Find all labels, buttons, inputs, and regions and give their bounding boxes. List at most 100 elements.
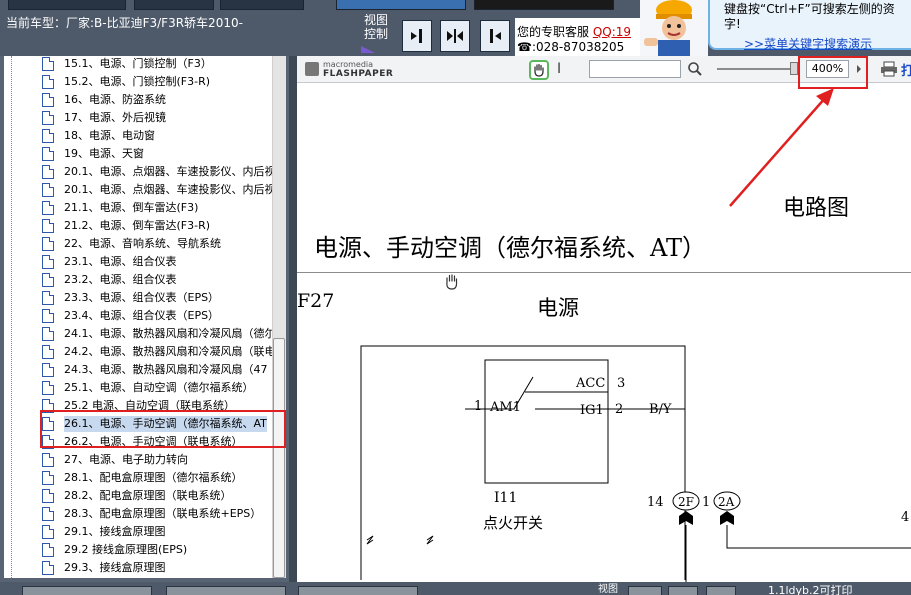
tree-item[interactable]: 28.3、配电盒原理图（联电系统+EPS） [4,505,272,523]
document-icon [42,291,54,305]
tree-item[interactable]: 24.2、电源、散热器风扇和冷凝风扇（联电 [4,343,272,361]
top-tab-1[interactable] [8,0,126,10]
pin-am1-label: AM1 [489,400,521,415]
tree-item[interactable]: 21.2、电源、倒车雷达(F3-R) [4,217,272,235]
tree-item[interactable]: 27、电源、电子助力转向 [4,451,272,469]
prev-page-button[interactable] [480,20,510,52]
document-icon [42,57,54,71]
bottom-tab-1[interactable] [22,586,152,595]
document-icon [42,525,54,539]
tree-item[interactable]: 26.2、电源、手动空调（联电系统） [4,433,272,451]
tree-item[interactable]: 25.1、电源、自动空调（德尔福系统） [4,379,272,397]
flashpaper-viewer: macromedia FLASHPAPER I 400% 打 电源、手动空调（德… [297,56,911,582]
bottom-view-label: 视图 [598,584,618,595]
tree-item-label: 25.1、电源、自动空调（德尔福系统） [64,381,254,394]
tree-item-label: 18、电源、电动窗 [64,129,155,142]
tree-item[interactable]: 20.1、电源、点烟器、车速投影仪、内后视 [4,163,272,181]
tree-item[interactable]: 25.2 电源、自动空调（联电系统） [4,397,272,415]
tree-item[interactable]: 16、电源、防盗系统 [4,91,272,109]
bottom-tab-2[interactable] [166,586,286,595]
document-icon [42,273,54,287]
customer-service-panel: 您的专职客服 QQ:19 ☎:028-87038205 [515,18,645,56]
tree-item[interactable]: 23.1、电源、组合仪表 [4,253,272,271]
tree-item-label: 20.1、电源、点烟器、车速投影仪、内后视 [64,165,272,178]
tree-item[interactable]: 15.2、电源、门锁控制(F3-R) [4,73,272,91]
top-tab-5[interactable] [474,0,614,10]
tree-item-label: 27、电源、电子助力转向 [64,453,188,466]
pin-ig1-label: IG1 [580,403,604,418]
ig1-line [535,408,686,476]
terminal-2f-icon [679,511,693,525]
document-icon [42,471,54,485]
ground-mark-icon [366,535,434,545]
tree-item[interactable]: 29.1、接线盒原理图 [4,523,272,541]
document-icon [42,399,54,413]
tree-item[interactable]: 29.3、接线盒原理图 [4,559,272,577]
view-control-text: 视图 控制 [363,13,388,41]
service-qq-link[interactable]: QQ:19 [593,25,631,39]
tree-item-label: 29.3、接线盒原理图 [64,561,166,574]
tree-item[interactable]: 18、电源、电动窗 [4,127,272,145]
tree-item[interactable]: 29.2 接线盒原理图(EPS) [4,541,272,559]
pane-splitter[interactable] [289,56,297,582]
tree-item[interactable]: 24.3、电源、散热器风扇和冷凝风扇（47 [4,361,272,379]
document-icon [42,327,54,341]
bottom-nav-button-1[interactable] [628,586,662,595]
document-icon [42,453,54,467]
next-page-button[interactable] [402,20,432,52]
view-control-marker [361,46,375,53]
tree-item-label: 23.4、电源、组合仪表（EPS） [64,309,220,322]
tree-item-label: 15.1、电源、门锁控制（F3） [64,57,212,70]
tree-item[interactable]: 26.1、电源、手动空调（德尔福系统、AT [4,415,272,433]
tree-item[interactable]: 15.1、电源、门锁控制（F3） [4,56,272,73]
bottom-nav-button-3[interactable] [706,586,736,595]
tree-item[interactable]: 19、电源、天窗 [4,145,272,163]
document-icon [42,255,54,269]
search-hint-text: 键盘按“Ctrl+F”可搜索左侧的资字! [724,2,895,31]
tree-item-label: 28.2、配电盒原理图（联电系统） [64,489,232,502]
sidebar-scroll-thumb[interactable] [273,338,285,578]
tree-item-label: 26.2、电源、手动空调（联电系统） [64,435,243,448]
tree-item[interactable]: 23.3、电源、组合仪表（EPS） [4,289,272,307]
document-icon [42,237,54,251]
top-tab-3[interactable] [220,0,304,10]
tree-item-label: 20.1、电源、点烟器、车速投影仪、内后视 [64,183,272,196]
pin-1-label: 1 [474,399,482,414]
tree-item-label: 29.1、接线盒原理图 [64,525,166,538]
connector-14-label: 14 [647,495,664,510]
tree-item[interactable]: 24.1、电源、散热器风扇和冷凝风扇（德尔 [4,325,272,343]
tree-item[interactable]: 28.2、配电盒原理图（联电系统） [4,487,272,505]
app-window: 当前车型：厂家:B-比亚迪F3/F3R轿车2010- 视图 控制 您的专职客服 … [0,0,911,595]
fit-page-button[interactable] [440,20,470,52]
document-tree: 15.1、电源、门锁控制（F3） 15.2、电源、门锁控制(F3-R) 16、电源、… [4,56,272,578]
bottom-status-text: 1.1ldyb.2可打印 [768,584,853,595]
tree-item-label: 28.3、配电盒原理图（联电系统+EPS） [64,507,262,520]
document-icon [42,201,54,215]
tree-item-label: 23.1、电源、组合仪表 [64,255,177,268]
top-tab-2[interactable] [134,0,214,10]
connector-2a-label: 2A [718,495,735,509]
wire-2a [726,525,911,549]
tree-item[interactable]: 17、电源、外后视镜 [4,109,272,127]
tree-item[interactable]: 23.2、电源、组合仪表 [4,271,272,289]
tree-item[interactable]: 28.1、配电盒原理图（德尔福系统） [4,469,272,487]
search-demo-link[interactable]: >>菜单关键字搜索演示 [744,35,872,52]
tree-item-label: 28.1、配电盒原理图（德尔福系统） [64,471,243,484]
service-phone-number: 028-87038205 [536,40,625,54]
terminal-2a-icon [720,511,734,525]
bottom-nav-button-2[interactable] [668,586,698,595]
tree-item-label: 19、电源、天窗 [64,147,144,160]
top-tab-4[interactable] [336,0,466,10]
fit-width-icon [447,29,463,43]
service-line-1: 您的专职客服 QQ:19 [517,23,631,40]
tree-item[interactable]: 21.1、电源、倒车雷达(F3) [4,199,272,217]
tree-item[interactable]: 23.4、电源、组合仪表（EPS） [4,307,272,325]
tree-item[interactable]: 22、电源、音响系统、导航系统 [4,235,272,253]
current-car-label: 当前车型：厂家:B-比亚迪F3/F3R轿车2010- [6,16,243,30]
tree-item[interactable]: 20.1、电源、点烟器、车速投影仪、内后视 [4,181,272,199]
bottom-bar: 视图 1.1ldyb.2可打印 [0,582,911,595]
bottom-tab-3[interactable] [298,586,418,595]
edge-number-label: 4 [901,510,909,525]
document-icon [42,345,54,359]
tree-item-label: 16、电源、防盗系统 [64,93,166,106]
